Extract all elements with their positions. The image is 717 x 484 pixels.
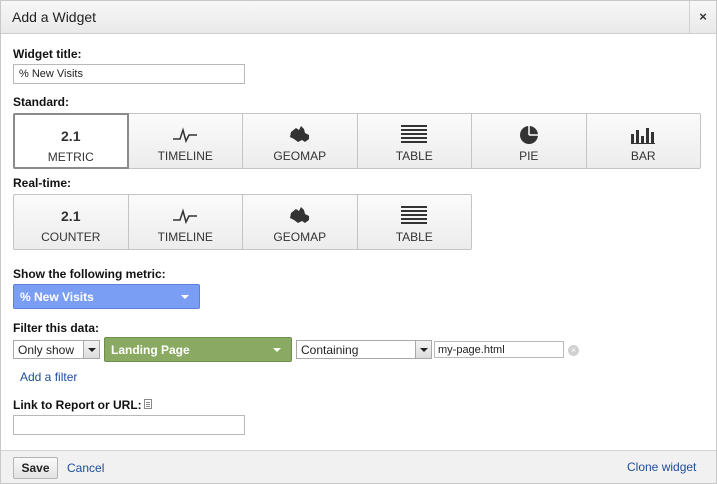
metric-icon: 2.1 — [61, 128, 81, 144]
standard-pie-button[interactable]: PIE — [471, 113, 587, 169]
clone-widget-link[interactable]: Clone widget — [627, 460, 696, 474]
dialog-titlebar: Add a Widget × — [1, 1, 716, 34]
link-url-input[interactable] — [13, 415, 245, 435]
standard-timeline-button[interactable]: TIMELINE — [127, 113, 243, 169]
timeline-icon — [173, 208, 198, 225]
table-icon — [401, 206, 428, 224]
bar-icon — [631, 128, 656, 144]
realtime-timeline-button[interactable]: TIMELINE — [127, 194, 243, 250]
filter-dimension-value: Landing Page — [111, 343, 190, 357]
chevron-down-icon — [83, 341, 99, 358]
filter-dimension-select[interactable]: Landing Page — [104, 337, 292, 362]
widget-title-label: Widget title: — [13, 47, 82, 61]
tile-label: GEOMAP — [273, 149, 327, 163]
realtime-table-button[interactable]: TABLE — [356, 194, 472, 250]
filter-value-input[interactable] — [434, 341, 564, 358]
tile-label: TIMELINE — [157, 230, 213, 244]
filter-match-select[interactable]: Containing — [296, 340, 432, 359]
chevron-down-icon — [181, 295, 189, 299]
dialog-footer: Save Cancel Clone widget — [1, 450, 716, 483]
standard-label: Standard: — [13, 95, 70, 109]
tile-label: BAR — [630, 149, 656, 163]
chevron-down-icon — [415, 341, 431, 358]
metric-label: Show the following metric: — [13, 267, 166, 281]
standard-widget-types: 2.1 METRIC TIMELINE GEOMAP TABLE PIE BAR — [13, 113, 701, 169]
standard-bar-button[interactable]: BAR — [585, 113, 701, 169]
tile-label: TIMELINE — [157, 149, 213, 163]
filter-mode-value: Only show — [18, 343, 75, 357]
filter-mode-select[interactable]: Only show — [13, 340, 100, 359]
metric-select-value: % New Visits — [20, 290, 94, 304]
dialog-title: Add a Widget — [12, 9, 97, 25]
standard-geomap-button[interactable]: GEOMAP — [242, 113, 358, 169]
filter-label: Filter this data: — [13, 321, 100, 335]
cancel-link[interactable]: Cancel — [67, 461, 104, 475]
standard-metric-button[interactable]: 2.1 METRIC — [13, 113, 129, 169]
tile-label: GEOMAP — [273, 230, 327, 244]
pie-icon — [519, 126, 538, 144]
geomap-icon — [289, 207, 309, 223]
tile-label: TABLE — [395, 230, 433, 244]
table-icon — [401, 125, 428, 143]
save-button[interactable]: Save — [13, 457, 58, 479]
standard-table-button[interactable]: TABLE — [356, 113, 472, 169]
tile-label: METRIC — [47, 150, 94, 164]
close-icon[interactable]: × — [689, 1, 716, 33]
timeline-icon — [173, 127, 198, 144]
chevron-down-icon — [273, 348, 281, 352]
realtime-widget-types: 2.1 COUNTER TIMELINE GEOMAP TABLE — [13, 194, 472, 250]
widget-title-input[interactable] — [13, 64, 245, 84]
realtime-geomap-button[interactable]: GEOMAP — [242, 194, 358, 250]
geomap-icon — [289, 126, 309, 142]
document-icon — [144, 399, 152, 409]
tile-label: COUNTER — [41, 230, 101, 244]
add-filter-link[interactable]: Add a filter — [20, 370, 77, 384]
tile-label: PIE — [519, 149, 539, 163]
counter-icon: 2.1 — [61, 208, 81, 224]
metric-select[interactable]: % New Visits — [13, 284, 200, 309]
add-widget-dialog: Add a Widget × Widget title: Standard: 2… — [0, 0, 717, 484]
realtime-label: Real-time: — [13, 176, 72, 190]
link-label: Link to Report or URL: — [13, 398, 142, 412]
filter-match-value: Containing — [301, 343, 359, 357]
tile-label: TABLE — [395, 149, 433, 163]
realtime-counter-button[interactable]: 2.1 COUNTER — [13, 194, 129, 250]
clear-filter-icon[interactable]: × — [568, 345, 579, 356]
